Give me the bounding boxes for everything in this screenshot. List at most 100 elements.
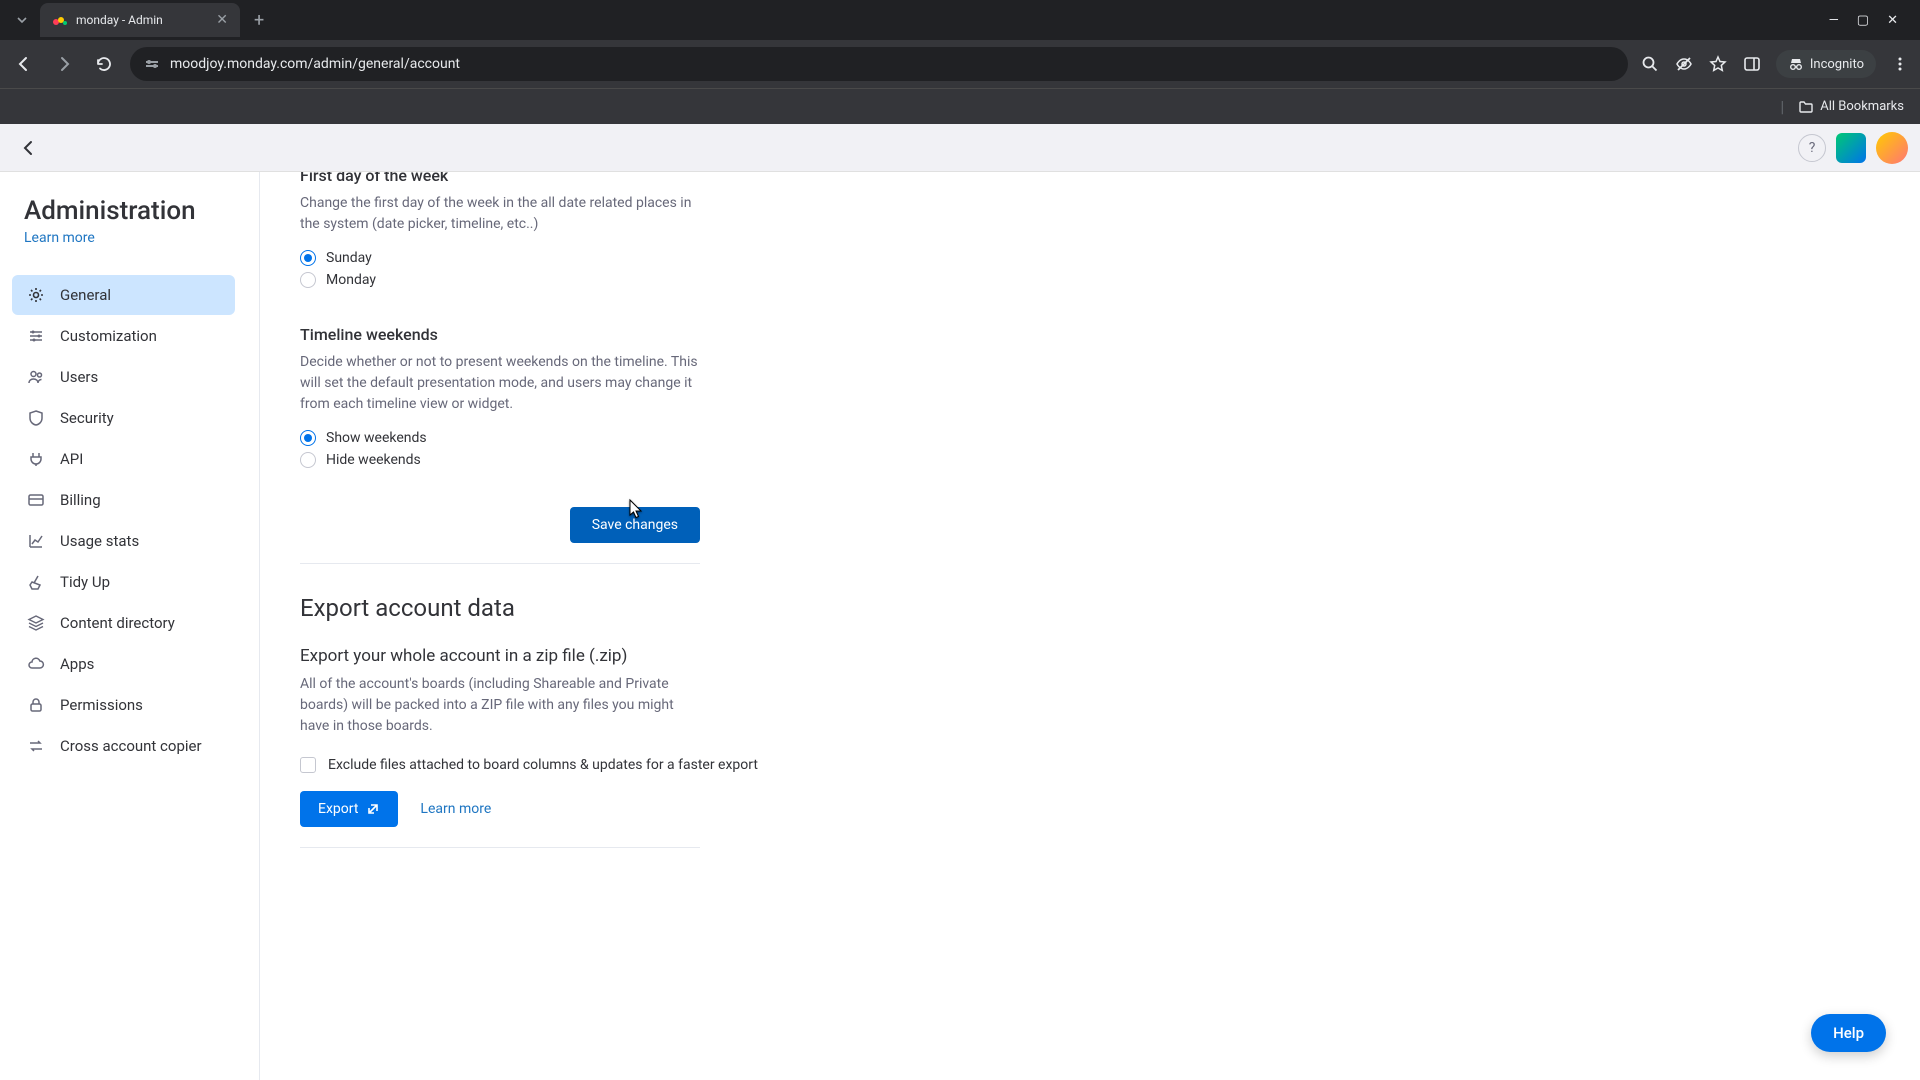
sidebar-item-security[interactable]: Security — [12, 398, 235, 438]
tab-strip: monday - Admin ✕ + — ▢ ✕ — [0, 0, 1920, 40]
browser-menu-icon[interactable] — [1890, 54, 1910, 74]
eye-off-icon[interactable] — [1674, 54, 1694, 74]
search-icon[interactable] — [1640, 54, 1660, 74]
sidebar-title: Administration — [0, 196, 259, 226]
incognito-badge[interactable]: Incognito — [1776, 50, 1876, 78]
window-controls: — ▢ ✕ — [1829, 13, 1912, 28]
radio-monday[interactable]: Monday — [300, 269, 1880, 291]
card-icon — [26, 490, 46, 510]
export-button[interactable]: Export — [300, 791, 398, 827]
weekends-desc: Decide whether or not to present weekend… — [300, 352, 700, 415]
save-changes-button[interactable]: Save changes — [570, 507, 700, 543]
cloud-icon — [26, 654, 46, 674]
sidebar-items[interactable]: General Customization Users Security API… — [0, 274, 259, 1058]
sidebar-item-usage-stats[interactable]: Usage stats — [12, 521, 235, 561]
app-back-button[interactable] — [12, 132, 44, 164]
sidebar-item-cross-account-copier[interactable]: Cross account copier — [12, 726, 235, 766]
section-divider — [300, 847, 700, 848]
chart-icon — [26, 531, 46, 551]
incognito-icon — [1788, 56, 1804, 72]
address-bar[interactable]: moodjoy.monday.com/admin/general/account — [130, 47, 1628, 81]
sidebar-item-label: Usage stats — [60, 532, 139, 550]
close-window-button[interactable]: ✕ — [1887, 13, 1898, 28]
admin-sidebar: Administration Learn more General Custom… — [0, 172, 260, 1080]
checkbox-label: Exclude files attached to board columns … — [328, 757, 758, 773]
transfer-icon — [26, 736, 46, 756]
side-panel-icon[interactable] — [1742, 54, 1762, 74]
forward-button[interactable] — [50, 50, 78, 78]
sidebar-learn-more-link[interactable]: Learn more — [0, 226, 259, 266]
sidebar-item-label: Content directory — [60, 614, 175, 632]
tab-title: monday - Admin — [76, 13, 208, 27]
radio-show-weekends[interactable]: Show weekends — [300, 427, 1880, 449]
exclude-files-checkbox[interactable]: Exclude files attached to board columns … — [300, 757, 1880, 773]
export-learn-more-link[interactable]: Learn more — [420, 801, 491, 817]
export-button-label: Export — [318, 801, 358, 817]
radio-sunday[interactable]: Sunday — [300, 247, 1880, 269]
bookmark-star-icon[interactable] — [1708, 54, 1728, 74]
new-tab-button[interactable]: + — [244, 10, 274, 31]
first-day-title: First day of the week — [300, 172, 1880, 185]
reload-button[interactable] — [90, 50, 118, 78]
sidebar-item-label: Cross account copier — [60, 737, 202, 755]
browser-toolbar: moodjoy.monday.com/admin/general/account… — [0, 40, 1920, 88]
sidebar-item-customization[interactable]: Customization — [12, 316, 235, 356]
lock-icon — [26, 695, 46, 715]
sidebar-item-label: Tidy Up — [60, 573, 110, 591]
sidebar-item-general[interactable]: General — [12, 275, 235, 315]
first-day-desc: Change the first day of the week in the … — [300, 193, 700, 235]
browser-chrome: monday - Admin ✕ + — ▢ ✕ moodjoy.monday.… — [0, 0, 1920, 124]
maximize-button[interactable]: ▢ — [1857, 13, 1869, 28]
gear-icon — [26, 285, 46, 305]
sidebar-item-billing[interactable]: Billing — [12, 480, 235, 520]
sidebar-item-label: General — [60, 286, 111, 304]
browser-tab[interactable]: monday - Admin ✕ — [40, 3, 240, 37]
sidebar-item-permissions[interactable]: Permissions — [12, 685, 235, 725]
layers-icon — [26, 613, 46, 633]
app-body: Administration Learn more General Custom… — [0, 172, 1920, 1080]
export-subheading: Export your whole account in a zip file … — [300, 646, 1880, 666]
radio-icon — [300, 430, 316, 446]
radio-label: Monday — [326, 272, 376, 288]
radio-label: Hide weekends — [326, 452, 421, 468]
sidebar-item-label: Customization — [60, 327, 157, 345]
radio-hide-weekends[interactable]: Hide weekends — [300, 449, 1880, 471]
sidebar-item-label: API — [60, 450, 83, 468]
header-help-button[interactable]: ? — [1798, 134, 1826, 162]
content-area[interactable]: First day of the week Change the first d… — [260, 172, 1920, 1080]
site-info-icon[interactable] — [144, 56, 160, 72]
shield-icon — [26, 408, 46, 428]
weekends-radio-group: Show weekends Hide weekends — [300, 427, 1880, 471]
sidebar-item-label: Security — [60, 409, 114, 427]
all-bookmarks-button[interactable]: All Bookmarks — [1798, 99, 1904, 115]
radio-label: Sunday — [326, 250, 372, 266]
sliders-icon — [26, 326, 46, 346]
help-fab-button[interactable]: Help — [1811, 1014, 1886, 1052]
sidebar-item-apps[interactable]: Apps — [12, 644, 235, 684]
sidebar-item-users[interactable]: Users — [12, 357, 235, 397]
sidebar-item-content-directory[interactable]: Content directory — [12, 603, 235, 643]
broom-icon — [26, 572, 46, 592]
sidebar-item-label: Permissions — [60, 696, 143, 714]
all-bookmarks-label: All Bookmarks — [1820, 99, 1904, 114]
radio-icon — [300, 272, 316, 288]
minimize-button[interactable]: — — [1829, 13, 1839, 28]
radio-label: Show weekends — [326, 430, 427, 446]
sidebar-item-tidy-up[interactable]: Tidy Up — [12, 562, 235, 602]
tab-search-dropdown[interactable] — [8, 6, 36, 34]
checkbox-icon — [300, 757, 316, 773]
tab-close-icon[interactable]: ✕ — [216, 12, 228, 28]
external-link-icon — [366, 802, 380, 816]
sidebar-item-label: Users — [60, 368, 98, 386]
plug-icon — [26, 449, 46, 469]
export-desc: All of the account's boards (including S… — [300, 674, 700, 737]
workspace-avatar[interactable] — [1836, 133, 1866, 163]
section-divider — [300, 563, 700, 564]
sidebar-item-api[interactable]: API — [12, 439, 235, 479]
export-heading: Export account data — [300, 594, 1880, 622]
users-icon — [26, 367, 46, 387]
url-text: moodjoy.monday.com/admin/general/account — [170, 56, 1614, 72]
back-button[interactable] — [10, 50, 38, 78]
bookmarks-bar: | All Bookmarks — [0, 88, 1920, 124]
user-avatar[interactable] — [1876, 132, 1908, 164]
